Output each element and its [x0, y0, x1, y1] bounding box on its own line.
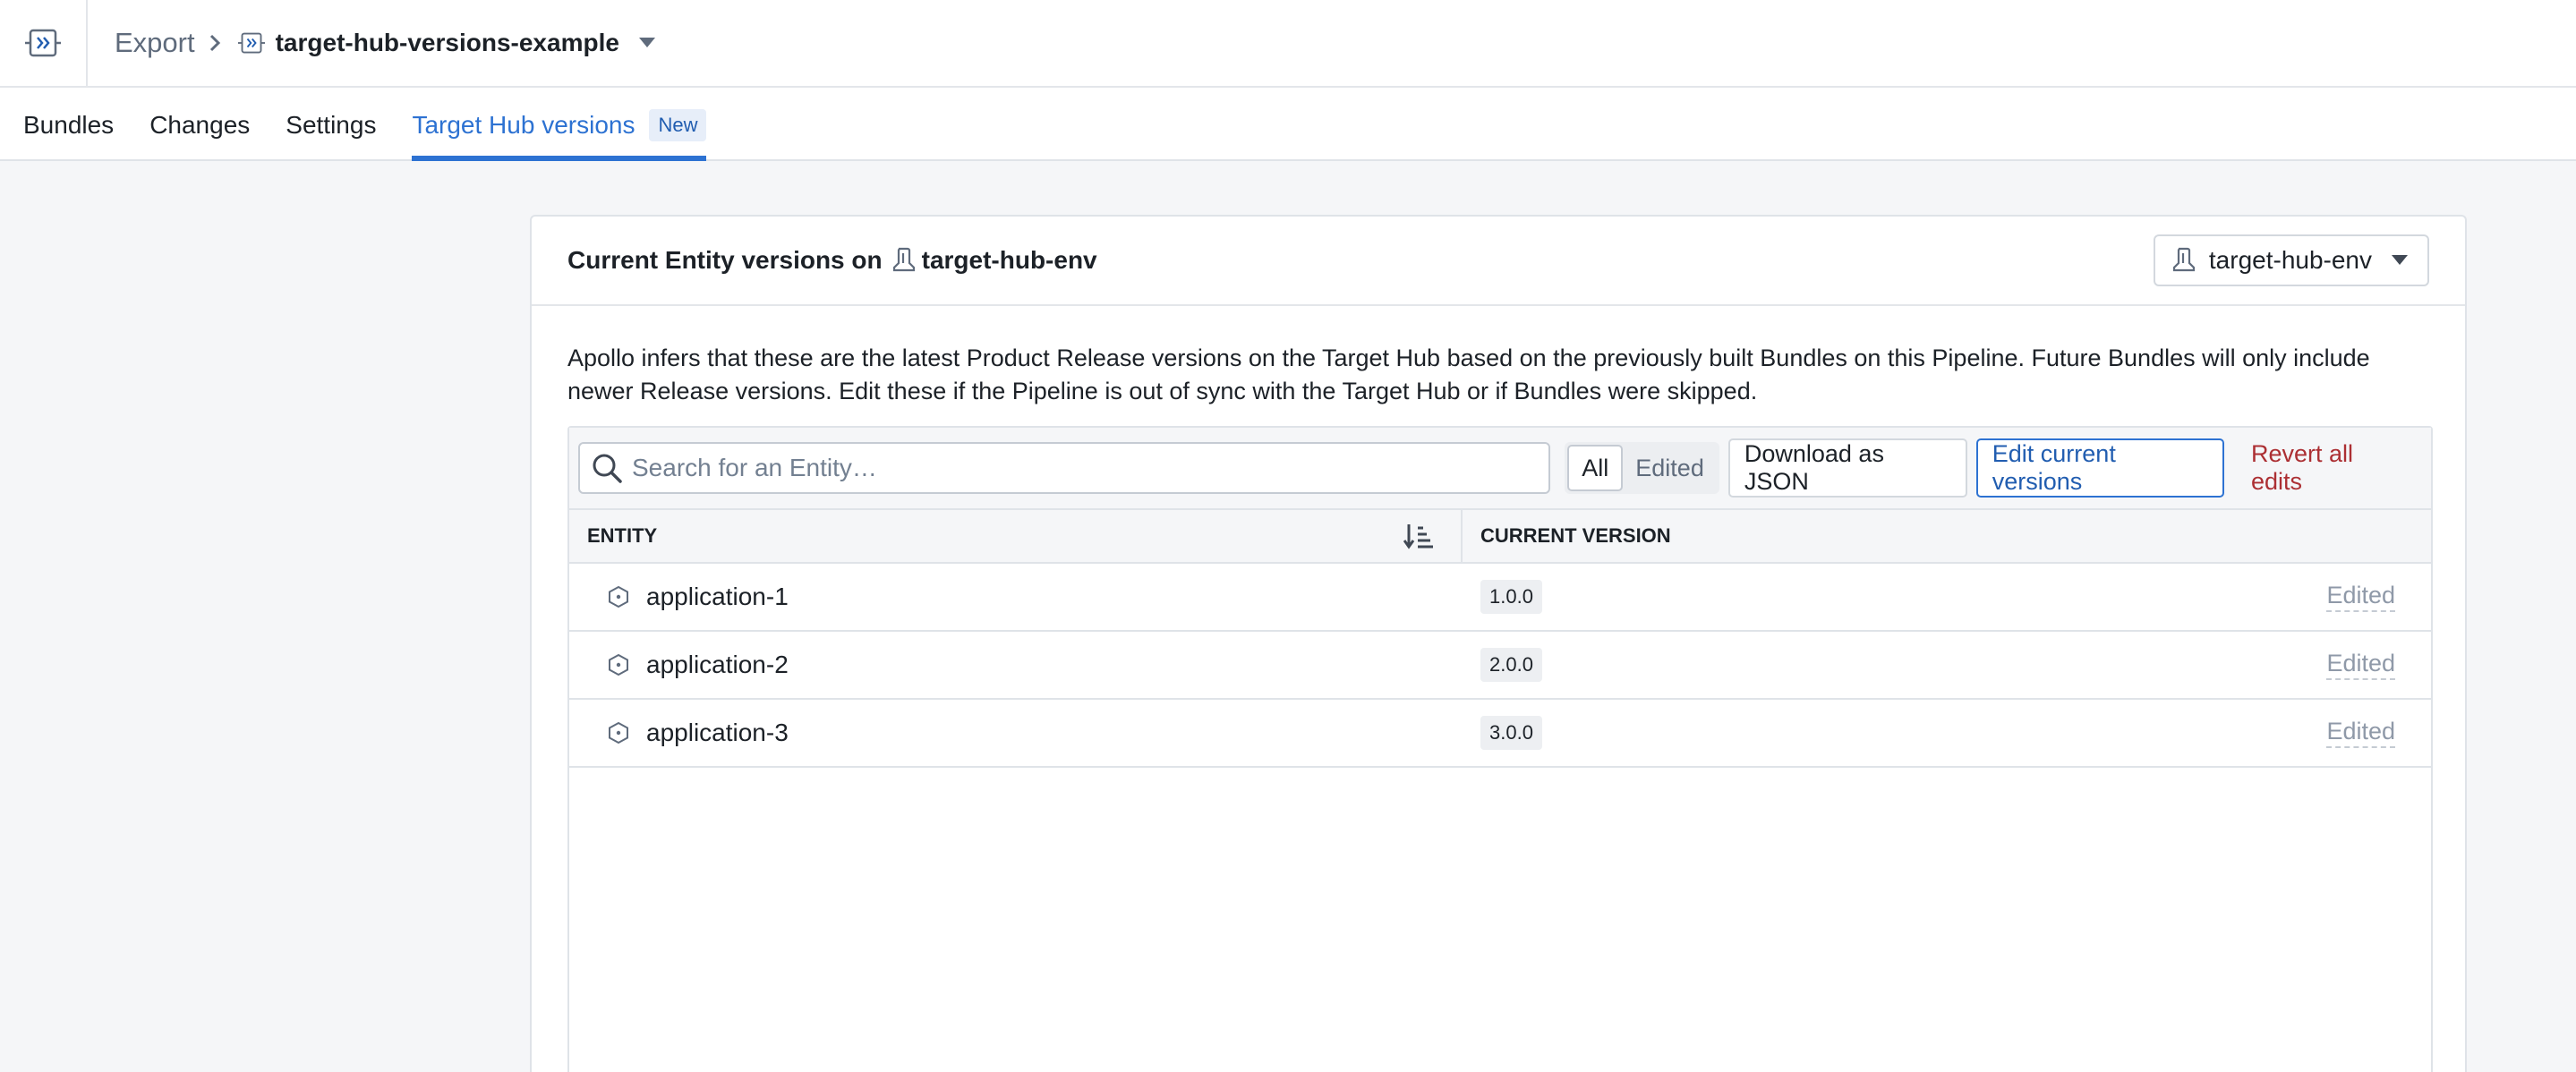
- version-tag: 1.0.0: [1480, 580, 1542, 614]
- panel-title: Current Entity versions on target-hub-en…: [567, 246, 1097, 275]
- environment-select[interactable]: target-hub-env: [2153, 234, 2429, 286]
- version-tag: 3.0.0: [1480, 716, 1542, 750]
- filter-all-button[interactable]: All: [1567, 445, 1624, 491]
- environment-icon: [891, 246, 917, 275]
- panel-description: Apollo infers that these are the latest …: [567, 345, 2370, 404]
- entity-cell: application-1: [569, 583, 1463, 611]
- search-icon: [593, 454, 622, 483]
- tab-changes[interactable]: Changes: [149, 88, 250, 159]
- table-toolbar: All Edited Download as JSON Edit current…: [569, 428, 2431, 510]
- version-cell: 3.0.0 Edited: [1463, 716, 2431, 750]
- top-bar: Export target-hub-versions-example: [0, 0, 2576, 88]
- search-box[interactable]: [578, 442, 1551, 494]
- version-cell: 2.0.0 Edited: [1463, 648, 2431, 682]
- environment-select-value: target-hub-env: [2208, 246, 2372, 274]
- tab-bundles[interactable]: Bundles: [23, 88, 114, 159]
- app-menu-button[interactable]: [0, 0, 88, 86]
- tab-target-hub-versions[interactable]: Target Hub versions New: [412, 88, 707, 161]
- breadcrumb: Export target-hub-versions-example: [115, 27, 655, 59]
- table-header: ENTITY CURRENT VERSION: [569, 510, 2431, 564]
- revert-all-edits-button[interactable]: Revert all edits: [2237, 438, 2422, 498]
- page-title: target-hub-versions-example: [275, 29, 619, 56]
- new-badge: New: [649, 109, 707, 141]
- tab-label: Changes: [149, 111, 251, 139]
- column-header-entity: ENTITY: [569, 510, 1463, 562]
- column-header-current-version: CURRENT VERSION: [1480, 524, 1671, 547]
- product-hexagon-icon: [609, 653, 628, 676]
- entity-name: application-2: [646, 651, 789, 678]
- environment-icon: [2171, 246, 2196, 275]
- tab-bar: Bundles Changes Settings Target Hub vers…: [0, 88, 2576, 161]
- tab-label: Settings: [286, 111, 377, 139]
- pipeline-icon: [237, 32, 265, 54]
- product-hexagon-icon: [609, 585, 628, 608]
- version-tag: 2.0.0: [1480, 648, 1542, 682]
- panel-title-prefix: Current Entity versions on: [567, 246, 883, 274]
- caret-down-icon: [2392, 255, 2408, 266]
- edited-link[interactable]: Edited: [2326, 718, 2395, 748]
- panel-header: Current Entity versions on target-hub-en…: [532, 217, 2465, 306]
- entity-name: application-1: [646, 583, 789, 610]
- pipeline-icon: [25, 29, 61, 57]
- entity-cell: application-3: [569, 719, 1463, 747]
- table-row: application-1 1.0.0 Edited: [569, 564, 2431, 632]
- tab-label: Target Hub versions: [412, 111, 635, 139]
- entity-versions-table: All Edited Download as JSON Edit current…: [567, 426, 2433, 1072]
- caret-down-icon[interactable]: [638, 38, 655, 48]
- filter-segmented-control: All Edited: [1565, 442, 1719, 494]
- sort-ascending-icon[interactable]: [1403, 523, 1434, 549]
- edited-link[interactable]: Edited: [2326, 650, 2395, 680]
- table-row: application-3 3.0.0 Edited: [569, 700, 2431, 768]
- breadcrumb-current[interactable]: target-hub-versions-example: [237, 29, 655, 57]
- entity-name: application-3: [646, 719, 789, 746]
- table-row: application-2 2.0.0 Edited: [569, 632, 2431, 700]
- column-label: ENTITY: [587, 524, 658, 547]
- search-input[interactable]: [632, 454, 1527, 482]
- breadcrumb-export-link[interactable]: Export: [115, 27, 195, 59]
- product-hexagon-icon: [609, 721, 628, 744]
- versions-panel: Current Entity versions on target-hub-en…: [530, 215, 2467, 1072]
- filter-edited-button[interactable]: Edited: [1623, 445, 1717, 491]
- download-json-button[interactable]: Download as JSON: [1727, 438, 1967, 498]
- tab-settings[interactable]: Settings: [286, 88, 376, 159]
- chevron-right-icon: [208, 32, 222, 54]
- panel-title-env: target-hub-env: [921, 246, 1097, 274]
- edit-current-versions-button[interactable]: Edit current versions: [1975, 438, 2224, 498]
- edited-link[interactable]: Edited: [2326, 582, 2395, 612]
- version-cell: 1.0.0 Edited: [1463, 580, 2431, 614]
- tab-label: Bundles: [23, 111, 115, 139]
- entity-cell: application-2: [569, 651, 1463, 679]
